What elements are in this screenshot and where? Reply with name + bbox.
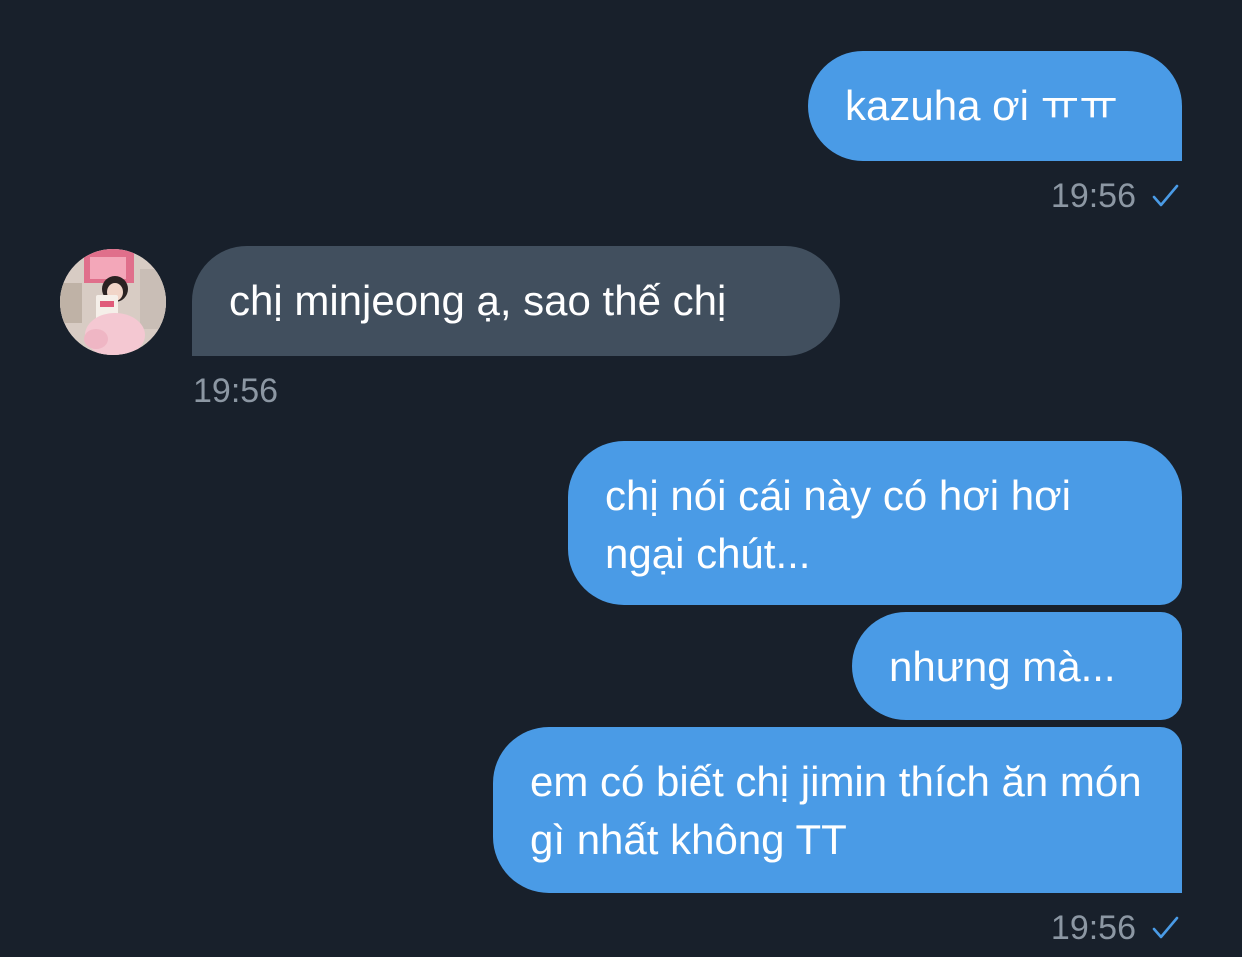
avatar[interactable] <box>60 249 166 355</box>
message-timestamp: 19:56 <box>1050 177 1136 215</box>
message-bubble-outgoing[interactable]: em có biết chị jimin thích ăn món gì nhấ… <box>493 727 1182 893</box>
message-text: chị nói cái này có hơi hơi ngại chút... <box>605 472 1071 577</box>
message-text: em có biết chị jimin thích ăn món gì nhấ… <box>530 758 1142 863</box>
message-bubble-incoming[interactable]: chị minjeong ạ, sao thế chị <box>192 246 840 356</box>
message-text: kazuha ơi ㅠㅠ <box>845 82 1118 129</box>
avatar-photo <box>60 249 166 355</box>
message-timestamp: 19:56 <box>193 372 279 410</box>
message-bubble-outgoing[interactable]: kazuha ơi ㅠㅠ <box>808 51 1182 161</box>
message-meta: 19:56 <box>1051 176 1180 216</box>
message-text: chị minjeong ạ, sao thế chị <box>229 277 727 324</box>
message-bubble-outgoing[interactable]: nhưng mà... <box>852 612 1182 720</box>
check-icon <box>1152 916 1179 939</box>
message-text: nhưng mà... <box>889 643 1116 690</box>
message-timestamp: 19:56 <box>1050 909 1136 947</box>
message-meta: 19:56 <box>1051 908 1180 948</box>
message-bubble-outgoing[interactable]: chị nói cái này có hơi hơi ngại chút... <box>568 441 1182 605</box>
message-meta: 19:56 <box>193 371 278 411</box>
check-icon <box>1152 184 1179 207</box>
